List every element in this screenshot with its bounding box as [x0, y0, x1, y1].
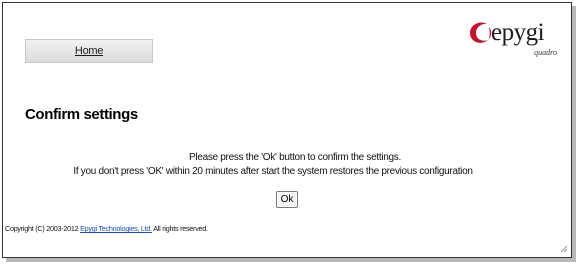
epygi-logo-mark-icon	[470, 22, 492, 43]
confirm-instruction-text: Please press the 'Ok' button to confirm …	[189, 152, 401, 163]
home-nav-tab[interactable]: Home	[25, 39, 153, 63]
home-link[interactable]: Home	[75, 45, 103, 57]
copyright-prefix: Copyright (C) 2003-2012	[5, 224, 81, 233]
resize-grip-icon[interactable]	[560, 245, 568, 253]
copyright-suffix: All rights reserved.	[151, 224, 208, 233]
page-title: Confirm settings	[25, 106, 138, 123]
copyright-footer: Copyright (C) 2003-2012 Epygi Technologi…	[5, 224, 208, 233]
epygi-logo: epygi quadro	[467, 17, 559, 57]
company-link[interactable]: Epygi Technologies, Ltd.	[80, 224, 152, 233]
browser-content-frame: Home epygi quadro Confirm settings Pleas…	[2, 2, 572, 258]
timeout-warning-text: If you don't press 'OK' within 20 minute…	[73, 166, 473, 177]
logo-brand-text: epygi	[491, 19, 545, 46]
logo-product-text: quadro	[534, 48, 557, 57]
ok-button[interactable]: Ok	[276, 191, 298, 208]
